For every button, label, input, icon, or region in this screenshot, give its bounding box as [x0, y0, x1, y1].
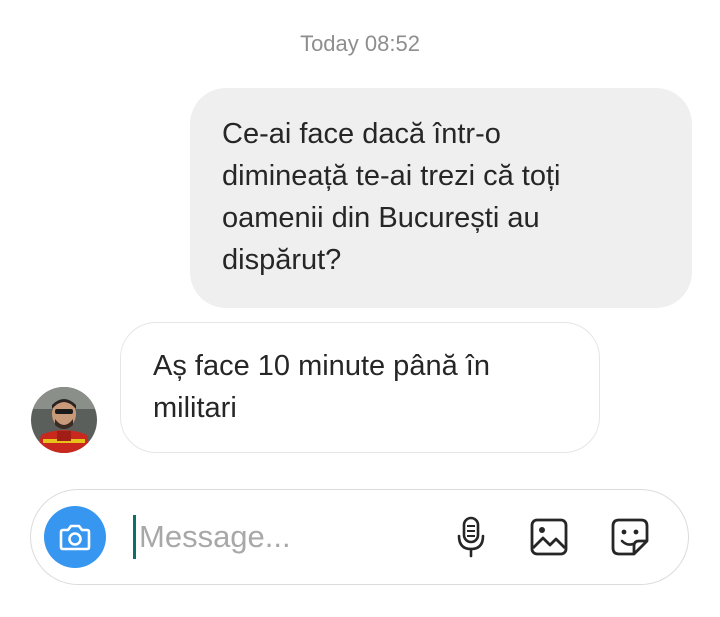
- avatar[interactable]: [31, 387, 97, 453]
- message-line: dispărut?: [222, 244, 342, 276]
- message-line: militari: [153, 392, 237, 424]
- message-line: Aș face 10 minute până în: [153, 350, 490, 382]
- gallery-button[interactable]: [524, 512, 574, 562]
- camera-icon: [59, 524, 91, 551]
- message-input[interactable]: [139, 512, 419, 562]
- message-composer: [30, 489, 689, 585]
- incoming-message-bubble[interactable]: Aș face 10 minute până în militari: [120, 322, 600, 453]
- message-line: oamenii din București au: [222, 202, 540, 234]
- sticker-button[interactable]: [605, 512, 655, 562]
- outgoing-message-bubble[interactable]: Ce-ai face dacă într-o dimineață te-ai t…: [190, 88, 692, 308]
- message-line: Ce-ai face dacă într-o: [222, 118, 501, 150]
- microphone-icon: [457, 516, 485, 558]
- message-timestamp: Today 08:52: [300, 31, 420, 56]
- avatar-image: [31, 387, 97, 453]
- sticker-icon: [611, 518, 649, 556]
- gallery-icon: [530, 518, 568, 556]
- message-line: dimineață te-ai trezi că toți: [222, 160, 561, 192]
- camera-button[interactable]: [44, 506, 106, 568]
- voice-message-button[interactable]: [446, 512, 496, 562]
- text-caret: [133, 515, 136, 559]
